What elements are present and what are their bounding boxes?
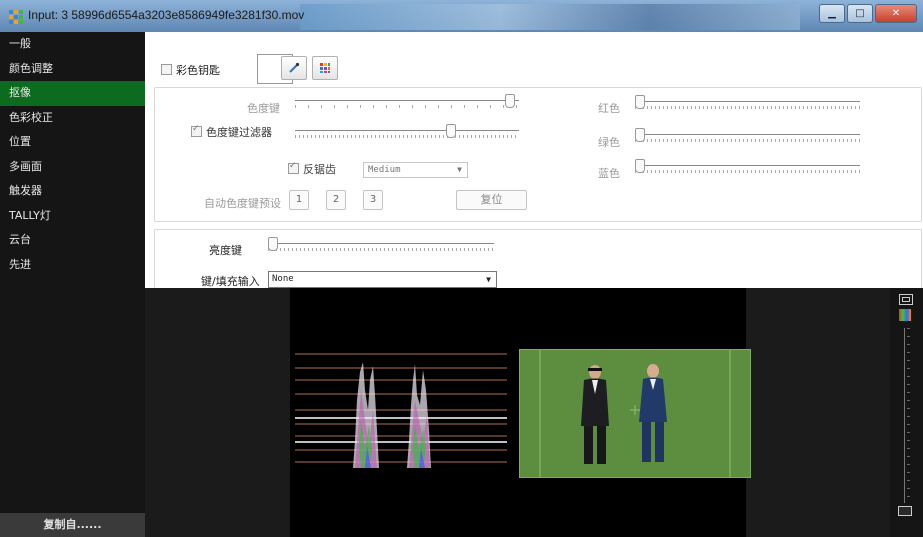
zoom-slider-thumb[interactable] — [898, 506, 912, 516]
chroma-filter-label: 色度键过滤器 — [206, 126, 272, 139]
red-slider[interactable] — [635, 95, 860, 109]
blue-label: 蓝色 — [598, 167, 620, 180]
blue-slider[interactable] — [635, 159, 860, 173]
chroma-enable-label: 彩色钥匙 — [176, 64, 220, 77]
color-scope-button[interactable] — [899, 309, 911, 321]
chevron-down-icon: ▼ — [486, 275, 491, 284]
sidebar: 一般 颜色调整 抠像 色彩校正 位置 多画面 触发器 TALLY灯 云台 先进 … — [0, 32, 145, 537]
antialias-row[interactable]: 反锯齿 — [288, 161, 336, 177]
sidebar-item-ptz[interactable]: 云台 — [0, 228, 145, 253]
chroma-filter-checkbox[interactable] — [191, 124, 202, 137]
zoom-slider-track[interactable] — [904, 328, 905, 503]
antialias-dropdown[interactable]: Medium ▼ — [363, 162, 468, 178]
antialias-checkbox[interactable] — [288, 161, 299, 174]
red-label: 红色 — [598, 102, 620, 115]
red-slider-thumb[interactable] — [635, 95, 645, 109]
chroma-filter-row[interactable]: 色度键过滤器 — [191, 124, 272, 140]
keyed-people-image — [539, 350, 731, 477]
maximize-button[interactable]: □ — [847, 4, 873, 23]
close-button[interactable]: ✕ — [875, 4, 917, 23]
sidebar-item-triggers[interactable]: 触发器 — [0, 179, 145, 204]
title-bar-background — [300, 4, 800, 30]
chroma-key-slider[interactable] — [295, 94, 519, 108]
antialias-label: 反锯齿 — [303, 163, 336, 176]
preset-3-button[interactable]: 3 — [363, 190, 383, 210]
luma-key-slider-thumb[interactable] — [268, 237, 278, 251]
person-left — [581, 365, 609, 464]
sidebar-item-color-adjust[interactable]: 颜色调整 — [0, 57, 145, 82]
preset-2-button[interactable]: 2 — [326, 190, 346, 210]
eyedropper-icon — [289, 62, 300, 73]
sidebar-item-advanced[interactable]: 先进 — [0, 253, 145, 278]
preview-area — [145, 288, 923, 537]
person-right — [639, 364, 667, 462]
green-slider-thumb[interactable] — [635, 128, 645, 142]
chroma-key-slider-thumb[interactable] — [505, 94, 515, 108]
preview-toolbar — [890, 288, 923, 537]
chroma-filter-slider[interactable] — [295, 124, 519, 138]
blue-slider-thumb[interactable] — [635, 159, 645, 173]
green-slider[interactable] — [635, 128, 860, 142]
preview-monitor — [290, 288, 751, 537]
luma-key-slider[interactable] — [268, 237, 494, 251]
reset-button[interactable]: 复位 — [456, 190, 527, 210]
zoom-slider-ticks — [907, 328, 910, 503]
chroma-key-label: 色度键 — [247, 102, 280, 115]
antialias-value: Medium — [368, 165, 401, 175]
waveform-scope — [295, 353, 507, 468]
fill-input-dropdown[interactable]: None ▼ — [268, 271, 497, 288]
sidebar-item-keying[interactable]: 抠像 — [0, 81, 145, 106]
green-label: 绿色 — [598, 136, 620, 149]
preset-1-button[interactable]: 1 — [289, 190, 309, 210]
sidebar-item-general[interactable]: 一般 — [0, 32, 145, 57]
app-icon — [9, 10, 23, 24]
color-palette-button[interactable] — [312, 56, 338, 80]
auto-preset-label: 自动色度键预设 — [204, 197, 281, 210]
chroma-filter-slider-thumb[interactable] — [446, 124, 456, 138]
sidebar-item-multiview[interactable]: 多画面 — [0, 155, 145, 180]
monitor-toggle-button[interactable] — [899, 294, 913, 305]
title-bar: Input: 3 58996d6554a3203e8586949fe3281f3… — [0, 0, 923, 32]
chevron-down-icon: ▼ — [457, 165, 462, 174]
chroma-enable-checkbox[interactable] — [161, 64, 172, 75]
chroma-enable-row[interactable]: 彩色钥匙 — [161, 62, 220, 78]
settings-panel: 彩色钥匙 色度键 色度键过滤器 反锯齿 Medium▼ 自动色度键预设 1 2 … — [145, 32, 923, 301]
fill-input-value: None — [272, 274, 294, 284]
copy-from-button[interactable]: 复制自...... — [0, 513, 145, 537]
window-title: Input: 3 58996d6554a3203e8586949fe3281f3… — [28, 8, 305, 22]
sidebar-item-tally[interactable]: TALLY灯 — [0, 204, 145, 229]
sidebar-item-position[interactable]: 位置 — [0, 130, 145, 155]
sidebar-item-color-correction[interactable]: 色彩校正 — [0, 106, 145, 131]
minimize-button[interactable]: ▁ — [819, 4, 845, 23]
keyed-preview-image — [519, 349, 751, 478]
fill-input-label: 键/填充输入 — [201, 275, 260, 288]
monitor-icon — [902, 297, 910, 302]
luma-key-label: 亮度键 — [209, 244, 242, 257]
color-palette-icon — [320, 63, 330, 73]
eyedropper-button[interactable] — [281, 56, 307, 80]
